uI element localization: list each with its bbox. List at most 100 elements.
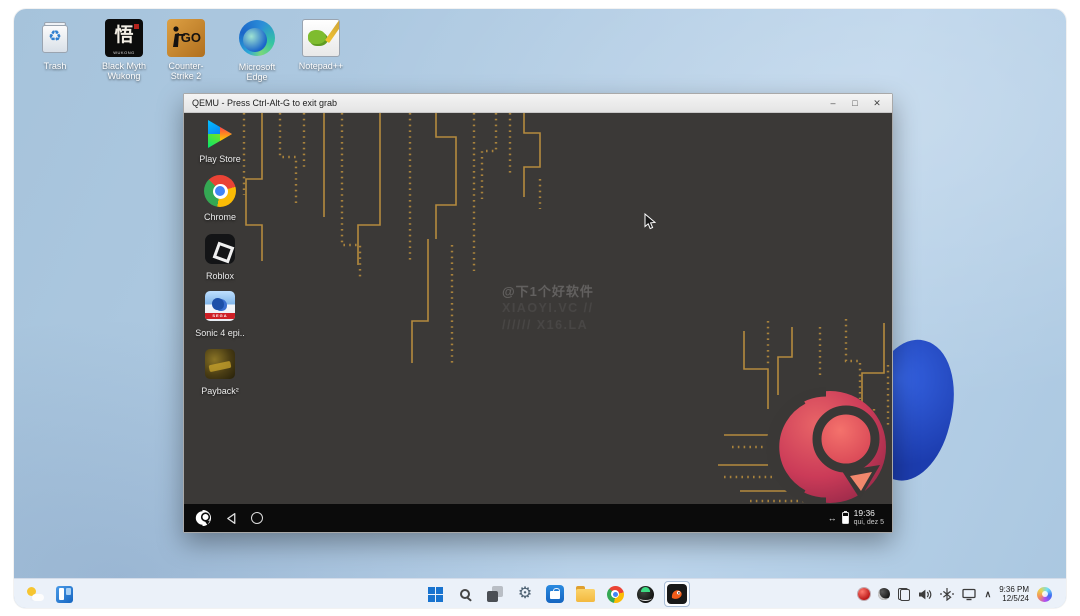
qemu-window: QEMU - Press Ctrl-Alt-G to exit grab – □… <box>183 93 893 533</box>
watermark-line1: @下1个好软件 <box>502 281 594 300</box>
desktop-icon-label: Counter-Strike 2 <box>157 61 215 81</box>
android-emulator-icon <box>637 586 654 603</box>
desktop-icon-label: Trash <box>26 61 84 71</box>
volume-icon[interactable] <box>918 588 932 601</box>
taskbar-time: 9:36 PM <box>999 585 1029 595</box>
clipboard-icon[interactable] <box>898 588 910 601</box>
mouse-capture-icon: ↔ <box>828 513 837 523</box>
taskbar-clock[interactable]: 9:36 PM 12/5/24 <box>999 585 1029 604</box>
android-emulator-button[interactable] <box>634 582 656 606</box>
window-controls: – □ ✕ <box>822 94 888 113</box>
roblox-icon <box>203 234 237 268</box>
copilot-icon[interactable] <box>1037 587 1052 602</box>
window-title: QEMU - Press Ctrl-Alt-G to exit grab <box>192 98 337 108</box>
chrome-icon <box>607 586 624 603</box>
windows-desktop: ♻ Trash 悟 WUKONG Black Myth Wukong GO Co… <box>14 9 1066 608</box>
trash-icon: ♻ <box>36 19 74 57</box>
app-label: Play Store <box>192 154 248 164</box>
maximize-button[interactable]: □ <box>844 94 866 113</box>
mouse-cursor <box>644 213 658 231</box>
close-button[interactable]: ✕ <box>866 94 888 113</box>
wukong-seal <box>134 24 139 29</box>
android-clock[interactable]: 19:36 qui, dez 5 <box>854 509 884 527</box>
home-button-icon[interactable] <box>251 512 263 524</box>
network-icon[interactable] <box>962 588 977 601</box>
app-label: Roblox <box>192 271 248 281</box>
edge-icon <box>238 20 276 58</box>
search-button[interactable] <box>454 582 476 606</box>
notepad-plus-plus-icon <box>302 19 340 57</box>
android-screen: Play Store Chrome Roblox SEGA <box>184 113 892 504</box>
windows-logo-icon <box>428 587 443 602</box>
app-label: Chrome <box>192 212 248 222</box>
taskbar-date: 12/5/24 <box>999 594 1029 604</box>
folder-icon <box>576 589 595 603</box>
watermark-line2: XIAOYI.VC // <box>502 300 594 317</box>
desktop-icon-notepad-plus-plus[interactable]: Notepad++ <box>292 19 350 71</box>
app-payback[interactable]: Payback² <box>192 347 248 396</box>
payback-icon <box>203 349 237 383</box>
minimize-button[interactable]: – <box>822 94 844 113</box>
chrome-taskbar-button[interactable] <box>604 582 626 606</box>
android-time: 19:36 <box>854 509 884 518</box>
hidden-icons-chevron[interactable]: ∧ <box>985 589 992 600</box>
payback-tile <box>205 349 235 379</box>
qemu-titlebar[interactable]: QEMU - Press Ctrl-Alt-G to exit grab – □… <box>184 94 892 113</box>
app-roblox[interactable]: Roblox <box>192 232 248 281</box>
os-logo <box>771 391 886 503</box>
store-icon <box>546 585 564 603</box>
app-label: Payback² <box>192 386 248 396</box>
start-button[interactable] <box>424 582 446 606</box>
tray-dark-app-icon[interactable] <box>878 588 890 600</box>
settings-button[interactable]: ⚙ <box>514 582 536 606</box>
sega-banner: SEGA <box>205 313 235 319</box>
watermark: @下1个好软件 XIAOYI.VC // ////// X16.LA <box>502 281 594 334</box>
qemu-bird-icon <box>667 584 687 604</box>
bluetooth-icon[interactable] <box>940 587 954 601</box>
desktop-icon-label: Black Myth Wukong <box>95 61 153 81</box>
app-sonic-4[interactable]: SEGA Sonic 4 epi.. <box>192 289 248 338</box>
wukong-subtitle: WUKONG <box>105 50 143 55</box>
qemu-taskbar-button-active[interactable] <box>664 581 690 607</box>
windows-taskbar: ⚙ <box>14 578 1066 608</box>
desktop-icon-label: Notepad++ <box>292 61 350 71</box>
counter-strike-icon: GO <box>167 19 205 57</box>
roblox-tile <box>205 234 235 264</box>
screenshot-frame: ♻ Trash 悟 WUKONG Black Myth Wukong GO Co… <box>0 0 1080 616</box>
os-logo-mini-icon[interactable] <box>194 509 212 527</box>
sonic-figure <box>212 298 224 310</box>
watermark-line3: ////// X16.LA <box>502 317 594 334</box>
desktop-icon-microsoft-edge[interactable]: Microsoft Edge <box>228 19 286 82</box>
recycle-icon: ♻ <box>36 27 74 45</box>
desktop-icon-black-myth-wukong[interactable]: 悟 WUKONG Black Myth Wukong <box>95 19 153 81</box>
pencil-shape <box>325 19 340 43</box>
widgets-icon[interactable] <box>56 586 73 603</box>
task-view-icon <box>487 586 503 602</box>
file-explorer-button[interactable] <box>574 582 596 606</box>
black-myth-wukong-icon: 悟 WUKONG <box>105 19 143 57</box>
android-navbar: ↔ 19:36 qui, dez 5 <box>184 504 892 532</box>
battery-icon <box>842 512 849 524</box>
tray-recording-app-icon[interactable] <box>858 588 870 600</box>
edge-swirl <box>239 20 275 56</box>
desktop-icon-counter-strike-2[interactable]: GO Counter-Strike 2 <box>157 19 215 81</box>
chrome-ball <box>204 175 236 207</box>
search-icon <box>460 589 470 599</box>
microsoft-store-button[interactable] <box>544 582 566 606</box>
chameleon-shape <box>308 30 326 44</box>
desktop-icon-label: Microsoft Edge <box>228 62 286 82</box>
app-play-store[interactable]: Play Store <box>192 117 248 164</box>
back-button-icon[interactable] <box>225 512 238 525</box>
csgo-text: GO <box>181 30 201 45</box>
task-view-button[interactable] <box>484 582 506 606</box>
sonic-tile: SEGA <box>205 291 235 321</box>
app-chrome[interactable]: Chrome <box>192 174 248 222</box>
sonic-4-icon: SEGA <box>203 291 237 325</box>
desktop-icon-trash[interactable]: ♻ Trash <box>26 19 84 71</box>
gear-icon: ⚙ <box>518 586 532 602</box>
app-label: Sonic 4 epi.. <box>192 328 248 338</box>
weather-icon[interactable] <box>26 586 44 602</box>
play-store-icon <box>203 117 237 151</box>
cloud-shape <box>32 594 44 601</box>
android-date: qui, dez 5 <box>854 518 884 527</box>
